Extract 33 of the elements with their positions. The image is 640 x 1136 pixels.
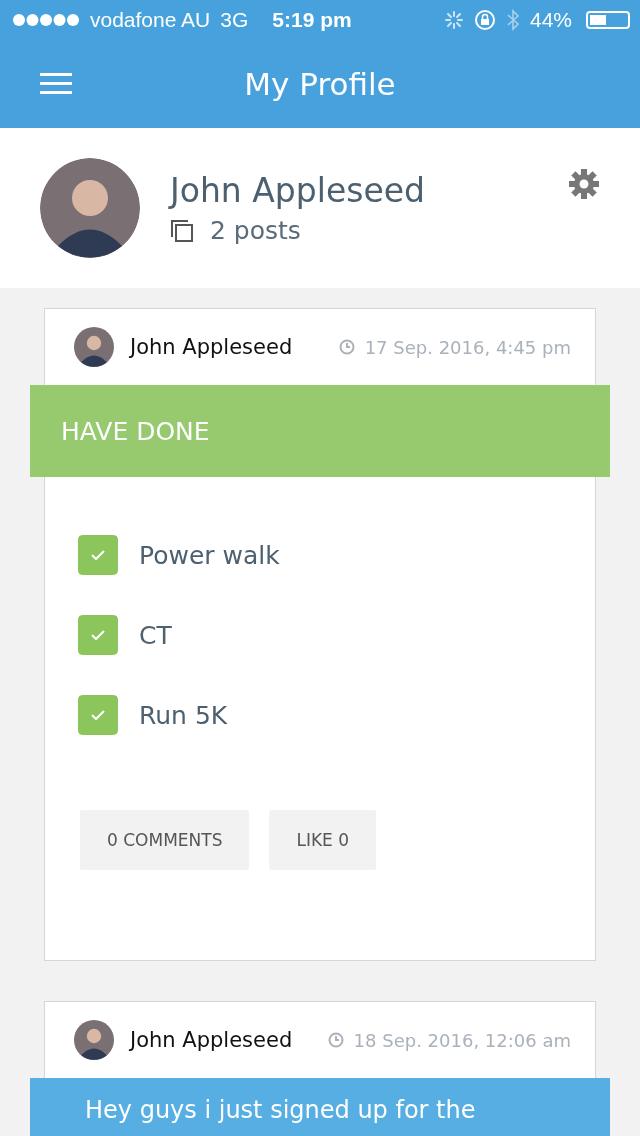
network-type: 3G: [220, 8, 249, 32]
post-time: 18 Sep. 2016, 12:06 am: [353, 1029, 571, 1051]
signal-icon: [12, 13, 80, 27]
battery-icon: [586, 11, 630, 29]
clock-icon: [338, 339, 355, 355]
author-avatar: [74, 327, 114, 367]
settings-icon[interactable]: [568, 168, 600, 200]
clock-icon: [327, 1032, 344, 1048]
posts-icon: [170, 218, 194, 243]
author-name: John Appleseed: [130, 1028, 293, 1052]
rotation-lock-icon: [473, 9, 496, 31]
author-avatar: [74, 1020, 114, 1060]
author-name: John Appleseed: [130, 335, 293, 359]
bluetooth-icon: [505, 9, 520, 31]
message-text: Hey guys i just signed up for the: [85, 1096, 476, 1126]
activity-icon: [443, 10, 464, 30]
banner-title: HAVE DONE: [61, 416, 210, 446]
like-button[interactable]: LIKE 0: [269, 810, 377, 870]
checkbox[interactable]: [78, 695, 118, 735]
carrier-name: vodafone AU: [90, 8, 211, 32]
task-label: Power walk: [139, 540, 280, 570]
clock-time: 5:19 pm: [272, 8, 352, 32]
menu-button[interactable]: [40, 73, 72, 95]
task-label: CT: [139, 620, 172, 650]
checkbox[interactable]: [78, 615, 118, 655]
comments-button[interactable]: 0 COMMENTS: [80, 810, 250, 870]
profile-name: John Appleseed: [170, 171, 425, 210]
post-time: 17 Sep. 2016, 4:45 pm: [364, 336, 571, 358]
checkbox[interactable]: [78, 535, 118, 575]
task-label: Run 5K: [139, 700, 228, 730]
page-title: My Profile: [244, 66, 396, 102]
battery-percent: 44%: [529, 8, 572, 32]
post-count: 2 posts: [210, 216, 301, 245]
